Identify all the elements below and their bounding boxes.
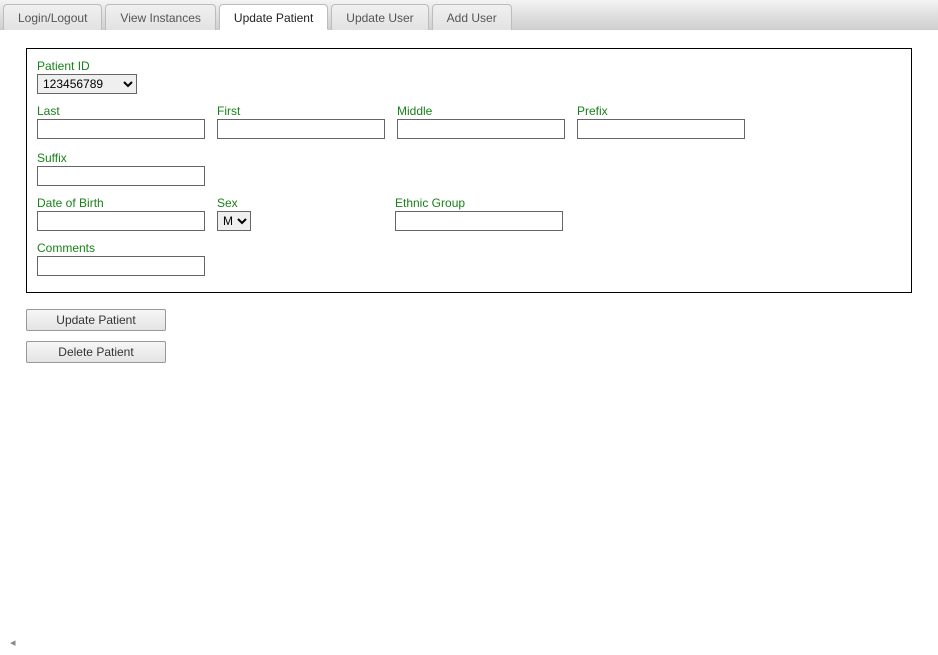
dob-input[interactable]: [37, 211, 205, 231]
prefix-label: Prefix: [577, 104, 745, 118]
tab-update-patient[interactable]: Update Patient: [219, 4, 328, 30]
update-patient-button[interactable]: Update Patient: [26, 309, 166, 331]
comments-label: Comments: [37, 241, 205, 255]
last-name-label: Last: [37, 104, 205, 118]
tab-update-user[interactable]: Update User: [331, 4, 428, 30]
comments-input[interactable]: [37, 256, 205, 276]
tab-add-user[interactable]: Add User: [432, 4, 512, 30]
first-name-label: First: [217, 104, 385, 118]
delete-patient-button[interactable]: Delete Patient: [26, 341, 166, 363]
corner-arrow-icon: ◂: [10, 636, 16, 649]
suffix-label: Suffix: [37, 151, 205, 165]
comments-field-wrapper: Comments: [37, 241, 205, 276]
middle-name-label: Middle: [397, 104, 565, 118]
content-area: Patient ID 123456789 Last First Middle P…: [0, 30, 938, 391]
tab-view-instances[interactable]: View Instances: [105, 4, 216, 30]
patient-id-field-wrapper: Patient ID 123456789: [37, 59, 137, 94]
ethnic-input[interactable]: [395, 211, 563, 231]
patient-form-box: Patient ID 123456789 Last First Middle P…: [26, 48, 912, 293]
ethnic-label: Ethnic Group: [395, 196, 563, 210]
sex-field-wrapper: Sex M: [217, 196, 251, 231]
last-name-input[interactable]: [37, 119, 205, 139]
sex-label: Sex: [217, 196, 251, 210]
prefix-input[interactable]: [577, 119, 745, 139]
patient-id-select[interactable]: 123456789: [37, 74, 137, 94]
first-name-input[interactable]: [217, 119, 385, 139]
dob-label: Date of Birth: [37, 196, 205, 210]
prefix-field-wrapper: Prefix: [577, 104, 745, 139]
middle-name-input[interactable]: [397, 119, 565, 139]
tab-bar: Login/Logout View Instances Update Patie…: [0, 0, 938, 30]
dob-field-wrapper: Date of Birth: [37, 196, 205, 231]
tab-login[interactable]: Login/Logout: [3, 4, 102, 30]
suffix-input[interactable]: [37, 166, 205, 186]
ethnic-field-wrapper: Ethnic Group: [395, 196, 563, 231]
suffix-field-wrapper: Suffix: [37, 151, 205, 186]
middle-name-field-wrapper: Middle: [397, 104, 565, 139]
sex-select[interactable]: M: [217, 211, 251, 231]
first-name-field-wrapper: First: [217, 104, 385, 139]
last-name-field-wrapper: Last: [37, 104, 205, 139]
patient-id-label: Patient ID: [37, 59, 137, 73]
